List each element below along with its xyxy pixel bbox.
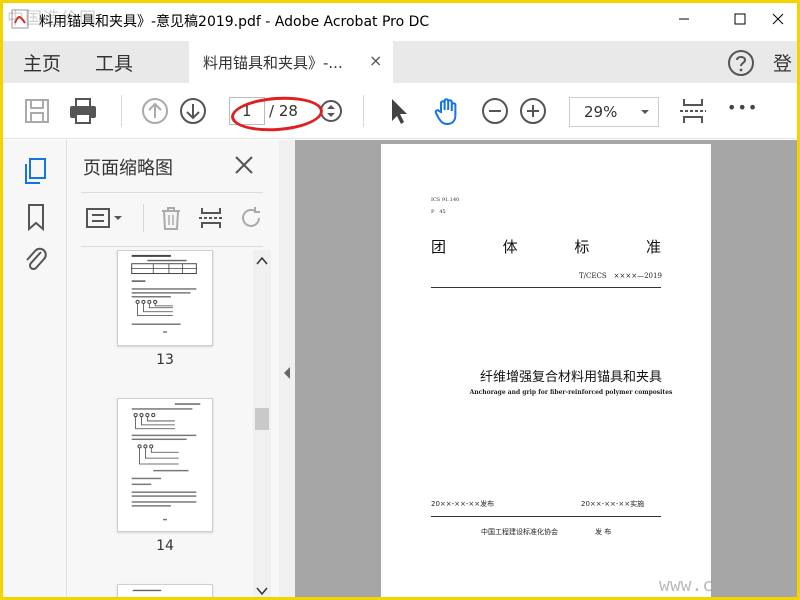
toolbar-divider <box>363 95 364 127</box>
doc-standard-code: T/CECS ××××—2019 <box>579 272 662 280</box>
thumbnail-page-number: 14 <box>156 538 174 554</box>
next-page-icon[interactable] <box>177 95 209 127</box>
minimize-icon[interactable] <box>661 3 707 35</box>
title-bar: 料用锚具和夹具》-意见稿2019.pdf - Adobe Acrobat Pro… <box>3 3 797 35</box>
tab-tools[interactable]: 工具 <box>95 49 133 76</box>
doc-organization-suffix: 发 布 <box>595 528 612 536</box>
doc-organization: 中国工程建设标准化协会 <box>481 528 558 536</box>
close-tab-button[interactable]: × <box>369 51 382 70</box>
scroll-down-icon[interactable] <box>256 586 268 596</box>
doc-standard-char: 体 <box>502 238 518 256</box>
save-icon[interactable] <box>21 95 53 127</box>
print-icon[interactable] <box>67 95 99 127</box>
sign-in-button[interactable]: 登 <box>773 49 792 76</box>
left-rail <box>3 140 67 597</box>
doc-rule <box>431 516 661 517</box>
thumbnail-page[interactable] <box>117 250 213 346</box>
extract-pages-icon[interactable] <box>197 204 225 232</box>
panel-divider <box>81 246 263 247</box>
thumbnail-scrollbar[interactable] <box>253 250 271 597</box>
panel-toolbar-divider <box>143 204 144 232</box>
collapse-panel-icon[interactable] <box>282 366 292 380</box>
thumbnail-list: 13 14 <box>67 250 253 600</box>
doc-chinese-title: 纤维增强复合材料用锚具和夹具 <box>479 370 662 385</box>
panel-title: 页面缩略图 <box>83 158 173 179</box>
panel-divider <box>81 192 263 193</box>
select-cursor-icon[interactable] <box>383 95 415 127</box>
app-window: 料用锚具和夹具》-意见稿2019.pdf - Adobe Acrobat Pro… <box>0 0 800 600</box>
doc-standard-char: 准 <box>645 238 661 256</box>
bookmark-icon[interactable] <box>23 202 49 232</box>
zoom-value: 29% <box>584 103 618 121</box>
pdf-page: ICS 91.140 P 45 团 体 标 准 T/CECS ××××—2019… <box>381 144 711 597</box>
close-icon[interactable] <box>233 154 255 176</box>
panel-splitter[interactable] <box>279 140 295 597</box>
scrollbar-thumb[interactable] <box>255 408 269 430</box>
doc-rule <box>431 287 661 288</box>
doc-ics-code: ICS 91.140 <box>431 197 460 203</box>
nav-bar: 主页 工具 料用锚具和夹具》-... × 登 <box>3 41 797 83</box>
doc-standard-type: 团 体 标 准 <box>431 236 661 257</box>
thumbnail-options-icon[interactable] <box>85 204 125 232</box>
acrobat-file-icon <box>11 9 29 29</box>
scroll-up-icon[interactable] <box>256 256 268 266</box>
previous-page-icon[interactable] <box>139 95 171 127</box>
doc-standard-char: 团 <box>431 238 447 256</box>
window-title: 料用锚具和夹具》-意见稿2019.pdf - Adobe Acrobat Pro… <box>39 14 430 30</box>
zoom-in-icon[interactable] <box>517 95 549 127</box>
thumbnail-page[interactable] <box>117 398 213 532</box>
page-thumbnails-icon[interactable] <box>23 156 49 186</box>
thumbnails-panel: 页面缩略图 13 14 <box>67 140 279 600</box>
document-view[interactable]: ICS 91.140 P 45 团 体 标 准 T/CECS ××××—2019… <box>295 140 797 597</box>
zoom-out-icon[interactable] <box>479 95 511 127</box>
toolbar: 1 / 28 29% ••• <box>3 83 797 139</box>
more-tools-icon[interactable]: ••• <box>727 98 759 130</box>
fit-page-icon[interactable] <box>677 95 709 127</box>
close-window-icon[interactable] <box>755 3 800 35</box>
help-icon[interactable] <box>727 49 755 77</box>
doc-p-code: P 45 <box>431 209 446 215</box>
doc-standard-char: 标 <box>574 238 590 256</box>
document-tab-label: 料用锚具和夹具》-... <box>203 54 343 72</box>
delete-icon[interactable] <box>157 204 185 232</box>
tab-document[interactable]: 料用锚具和夹具》-... × <box>189 41 393 83</box>
doc-english-title: Anchorage and grip for fiber-reinforced … <box>469 389 673 396</box>
doc-publish-date: 20××-××-××发布 <box>431 500 495 508</box>
hand-tool-icon[interactable] <box>431 95 463 127</box>
zoom-select[interactable]: 29% <box>569 97 659 127</box>
attachment-icon[interactable] <box>23 244 49 274</box>
doc-implement-date: 20××-××-××实施 <box>581 500 645 508</box>
thumbnail-page[interactable] <box>117 584 213 600</box>
toolbar-divider <box>121 95 122 127</box>
site-watermark-bottom: www.c <box>659 575 714 596</box>
rotate-icon[interactable] <box>237 204 265 232</box>
tab-home[interactable]: 主页 <box>23 49 61 76</box>
thumbnail-page-number: 13 <box>156 352 174 368</box>
chevron-down-icon <box>641 110 649 114</box>
